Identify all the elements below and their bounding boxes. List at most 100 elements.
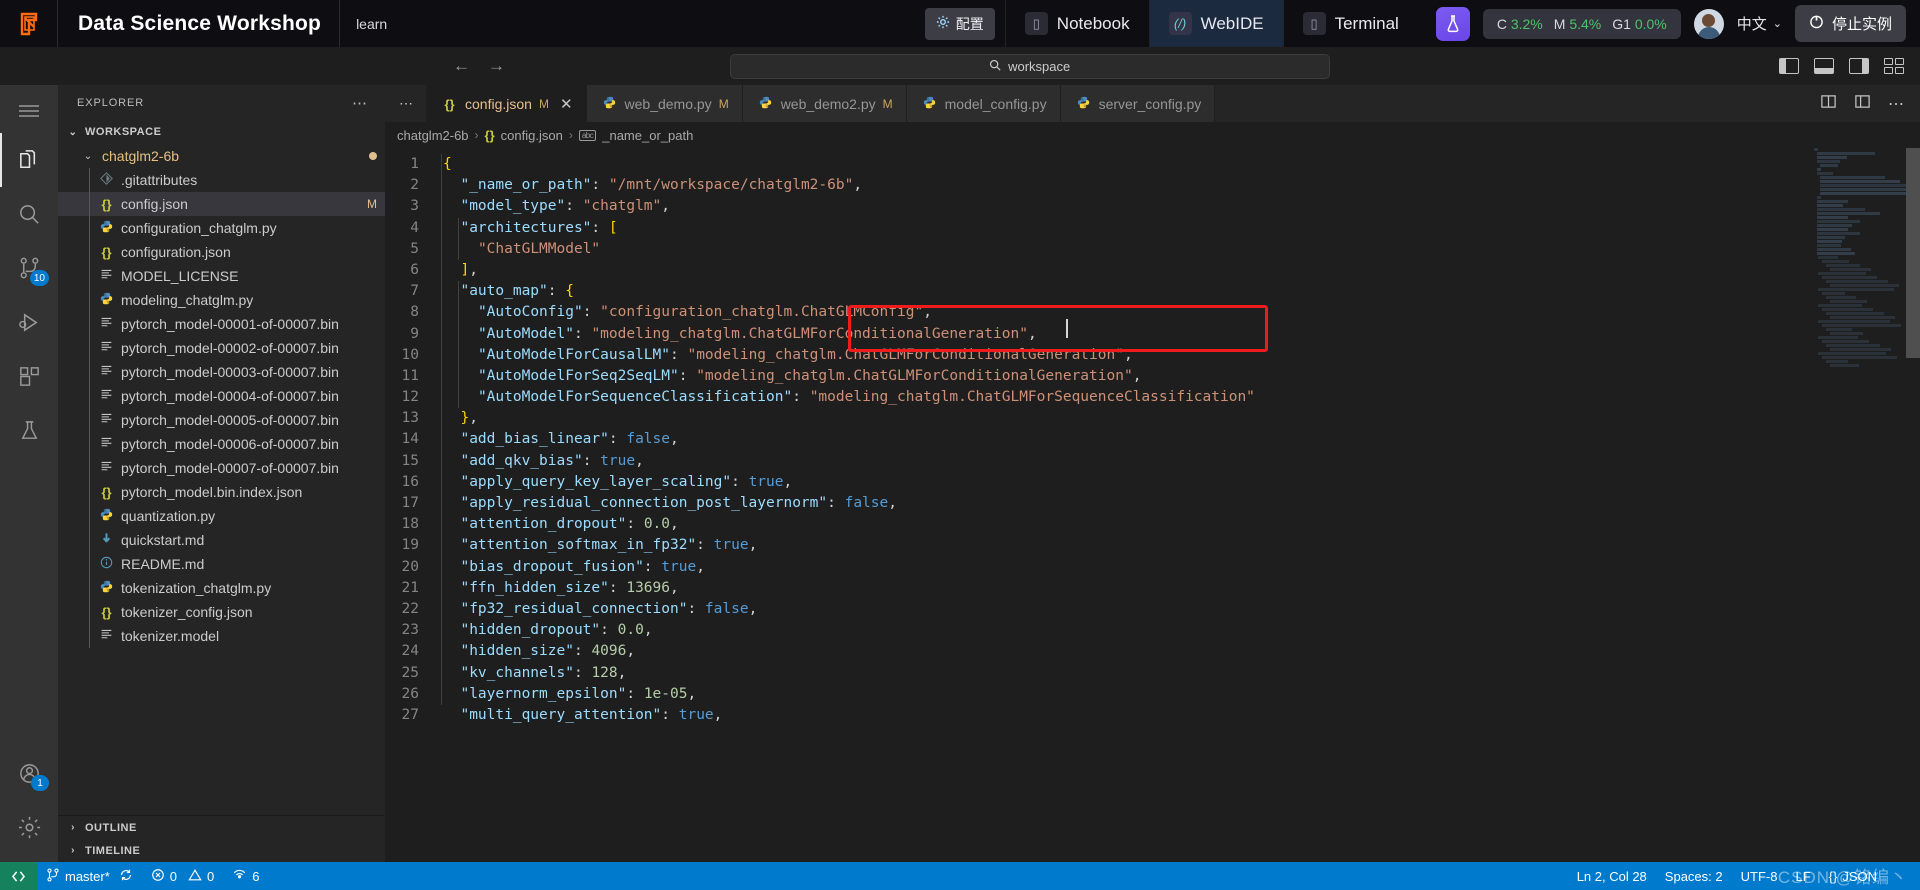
- breadcrumb-item-folder[interactable]: chatglm2-6b: [397, 128, 469, 143]
- tree-file-item[interactable]: pytorch_model-00003-of-00007.bin: [58, 360, 385, 384]
- code-line[interactable]: },: [443, 408, 1920, 429]
- sidebar-item-accounts[interactable]: 1: [0, 746, 58, 800]
- code-line[interactable]: "multi_query_attention": true,: [443, 705, 1920, 726]
- editor-tab[interactable]: server_config.py: [1060, 85, 1216, 122]
- sidebar-item-run-and-debug[interactable]: [0, 295, 58, 349]
- code-line[interactable]: "architectures": [: [443, 218, 1920, 239]
- code-line[interactable]: "hidden_dropout": 0.0,: [443, 620, 1920, 641]
- sidebar-item-settings[interactable]: [0, 800, 58, 854]
- platform-logo-icon[interactable]: [0, 0, 58, 47]
- vertical-scrollbar[interactable]: [1906, 148, 1920, 358]
- timeline-section-header[interactable]: › TIMELINE: [58, 839, 385, 862]
- tree-file-item[interactable]: quickstart.md: [58, 528, 385, 552]
- tree-file-item[interactable]: modeling_chatglm.py: [58, 288, 385, 312]
- tree-file-item[interactable]: pytorch_model-00005-of-00007.bin: [58, 408, 385, 432]
- code-line[interactable]: "apply_query_key_layer_scaling": true,: [443, 472, 1920, 493]
- code-line[interactable]: "AutoModelForSeq2SeqLM": "modeling_chatg…: [443, 366, 1920, 387]
- editor-tab[interactable]: web_demo2.py M: [742, 85, 907, 122]
- status-cursor-position[interactable]: Ln 2, Col 28: [1568, 862, 1656, 890]
- arrow-right-icon[interactable]: →: [488, 56, 505, 76]
- search-input[interactable]: workspace: [729, 53, 1330, 79]
- code-viewport[interactable]: 1 2 3 4 5 6 7 8 9 10 11 12 13 14 15 16 17 18 19 20 21 22 23 24 2…: [385, 148, 1920, 862]
- config-button[interactable]: 配置: [915, 0, 1005, 47]
- tree-file-item[interactable]: pytorch_model-00001-of-00007.bin: [58, 312, 385, 336]
- tree-file-item[interactable]: {} pytorch_model.bin.index.json: [58, 480, 385, 504]
- ellipsis-icon[interactable]: ⋯: [352, 94, 368, 112]
- sidebar-item-search[interactable]: [0, 187, 58, 241]
- code-line[interactable]: "fp32_residual_connection": false,: [443, 599, 1920, 620]
- code-line[interactable]: "model_type": "chatglm",: [443, 196, 1920, 217]
- arrow-left-icon[interactable]: ←: [453, 56, 470, 76]
- tree-file-item[interactable]: configuration_chatglm.py: [58, 216, 385, 240]
- status-problems[interactable]: 0 0: [142, 862, 223, 890]
- code-line[interactable]: ],: [443, 260, 1920, 281]
- code-line[interactable]: "attention_dropout": 0.0,: [443, 514, 1920, 535]
- tree-file-item[interactable]: pytorch_model-00006-of-00007.bin: [58, 432, 385, 456]
- code-line[interactable]: "add_qkv_bias": true,: [443, 451, 1920, 472]
- tree-file-item[interactable]: MODEL_LICENSE: [58, 264, 385, 288]
- code-line[interactable]: "apply_residual_connection_post_layernor…: [443, 493, 1920, 514]
- user-avatar[interactable]: [1693, 8, 1724, 39]
- customize-layout-icon[interactable]: [1883, 58, 1904, 74]
- breadcrumb-item-file[interactable]: config.json: [501, 128, 563, 143]
- tree-file-item[interactable]: .gitattributes: [58, 168, 385, 192]
- code-line[interactable]: "attention_softmax_in_fp32": true,: [443, 535, 1920, 556]
- tree-file-item[interactable]: tokenization_chatglm.py: [58, 576, 385, 600]
- status-branch[interactable]: master*: [37, 862, 142, 890]
- tree-file-item[interactable]: {} configuration.json: [58, 240, 385, 264]
- tree-file-item[interactable]: {} tokenizer_config.json: [58, 600, 385, 624]
- code-line[interactable]: "kv_channels": 128,: [443, 663, 1920, 684]
- code-line[interactable]: "ChatGLMModel": [443, 239, 1920, 260]
- workspace-section-header[interactable]: ⌄ WORKSPACE: [58, 120, 385, 144]
- tree-file-item[interactable]: pytorch_model-00002-of-00007.bin: [58, 336, 385, 360]
- sync-icon[interactable]: [119, 868, 133, 885]
- code-line[interactable]: "layernorm_epsilon": 1e-05,: [443, 684, 1920, 705]
- more-actions-icon[interactable]: ⋯: [1888, 94, 1904, 114]
- toggle-panel-icon[interactable]: [1813, 58, 1834, 74]
- code-line[interactable]: "add_bias_linear": false,: [443, 429, 1920, 450]
- status-indentation[interactable]: Spaces: 2: [1656, 862, 1732, 890]
- toggle-secondary-sidebar-icon[interactable]: [1848, 58, 1869, 74]
- tree-file-item[interactable]: pytorch_model-00004-of-00007.bin: [58, 384, 385, 408]
- editor-tab[interactable]: web_demo.py M: [586, 85, 743, 122]
- remote-window-icon[interactable]: [0, 862, 37, 890]
- tree-file-item[interactable]: quantization.py: [58, 504, 385, 528]
- sidebar-item-explorer[interactable]: [0, 133, 58, 187]
- tab-overflow-button[interactable]: ⋯: [385, 85, 427, 122]
- code-line[interactable]: "_name_or_path": "/mnt/workspace/chatglm…: [443, 175, 1920, 196]
- tree-file-item[interactable]: README.md: [58, 552, 385, 576]
- sidebar-item-testing[interactable]: [0, 403, 58, 457]
- editor-tab[interactable]: model_config.py: [906, 85, 1061, 122]
- code-line[interactable]: "hidden_size": 4096,: [443, 641, 1920, 662]
- nav-webide[interactable]: (/) WebIDE: [1148, 0, 1283, 47]
- code-line[interactable]: "AutoConfig": "configuration_chatglm.Cha…: [443, 302, 1920, 323]
- code-line[interactable]: "bias_dropout_fusion": true,: [443, 557, 1920, 578]
- tree-file-item[interactable]: {} config.json M: [58, 192, 385, 216]
- hamburger-menu-icon[interactable]: [0, 89, 58, 133]
- open-changes-icon[interactable]: [1854, 93, 1871, 115]
- flask-icon[interactable]: [1435, 6, 1470, 41]
- status-ports[interactable]: 6: [223, 862, 268, 890]
- code-content[interactable]: { "_name_or_path": "/mnt/workspace/chatg…: [431, 148, 1920, 862]
- split-editor-icon[interactable]: [1820, 93, 1837, 115]
- outline-section-header[interactable]: › OUTLINE: [58, 816, 385, 839]
- status-eol[interactable]: LF: [1786, 862, 1819, 890]
- code-line[interactable]: "auto_map": {: [443, 281, 1920, 302]
- editor-tab[interactable]: {} config.json M ✕: [427, 85, 587, 122]
- status-language-mode[interactable]: {} JSON: [1820, 862, 1886, 890]
- language-selector[interactable]: 中文 ⌄: [1737, 13, 1782, 34]
- stop-instance-button[interactable]: 停止实例: [1794, 5, 1906, 42]
- code-line[interactable]: "ffn_hidden_size": 13696,: [443, 578, 1920, 599]
- tree-file-item[interactable]: tokenizer.model: [58, 624, 385, 648]
- code-line[interactable]: "AutoModel": "modeling_chatglm.ChatGLMFo…: [443, 324, 1920, 345]
- tree-folder-chatglm2-6b[interactable]: ⌄ chatglm2-6b: [58, 144, 385, 168]
- code-line[interactable]: "AutoModelForCausalLM": "modeling_chatgl…: [443, 345, 1920, 366]
- sidebar-item-source-control[interactable]: 10: [0, 241, 58, 295]
- tree-file-item[interactable]: pytorch_model-00007-of-00007.bin: [58, 456, 385, 480]
- toggle-primary-sidebar-icon[interactable]: [1778, 58, 1799, 74]
- status-encoding[interactable]: UTF-8: [1732, 862, 1787, 890]
- breadcrumb-item-symbol[interactable]: _name_or_path: [602, 128, 693, 143]
- code-line[interactable]: {: [443, 154, 1920, 175]
- sidebar-item-extensions[interactable]: [0, 349, 58, 403]
- code-line[interactable]: "AutoModelForSequenceClassification": "m…: [443, 387, 1920, 408]
